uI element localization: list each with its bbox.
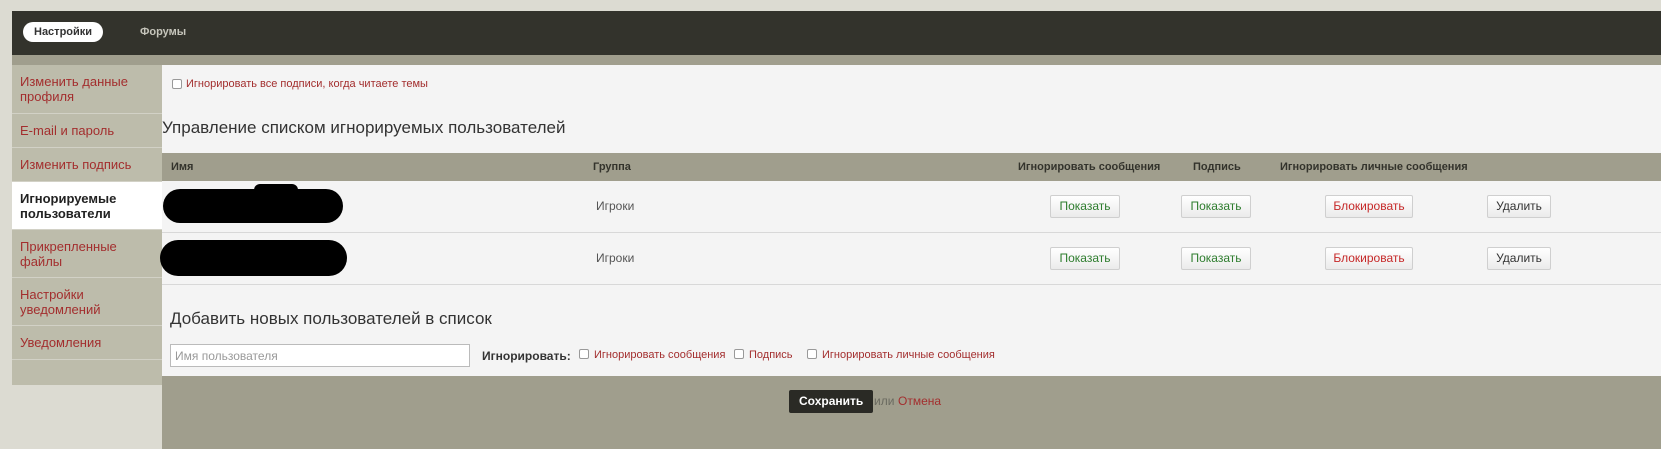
signature-option[interactable]: Подпись [734,349,793,361]
column-header-group: Группа [593,161,631,173]
main-content: Игнорировать все подписи, когда читаете … [160,65,1661,449]
redacted-username-part [254,184,298,196]
table-row: Игроки Показать Показать Блокировать Уда… [162,181,1661,233]
settings-sidebar: Изменить данные профиля E-mail и пароль … [12,65,162,385]
column-header-ignore-pm: Игнорировать личные сообщения [1280,161,1468,173]
form-footer: Сохранить или Отмена [162,376,1661,449]
sidebar-item-notification-settings[interactable]: Настройки уведомлений [12,278,162,326]
sidebar-item-ignored-users[interactable]: Игнорируемые пользователи [12,182,162,230]
ignore-pm-checkbox[interactable] [807,349,817,359]
top-navigation-bar: Настройки Форумы [12,11,1661,55]
ignore-signatures-label: Игнорировать все подписи, когда читаете … [186,78,428,90]
signature-label: Подпись [749,349,793,361]
show-messages-button[interactable]: Показать [1050,195,1120,218]
ignore-label: Игнорировать: [482,349,571,363]
user-group: Игроки [596,251,635,265]
sidebar-item-edit-profile[interactable]: Изменить данные профиля [12,65,162,114]
tab-forums[interactable]: Форумы [140,22,186,42]
sidebar-item-edit-signature[interactable]: Изменить подпись [12,148,162,182]
block-pm-button[interactable]: Блокировать [1325,247,1413,270]
user-group: Игроки [596,199,635,213]
column-header-name: Имя [171,161,194,173]
redacted-username [163,189,343,223]
username-input[interactable] [170,344,470,367]
sidebar-item-attachments[interactable]: Прикрепленные файлы [12,230,162,278]
sidebar-item-email-password[interactable]: E-mail и пароль [12,114,162,148]
delete-button[interactable]: Удалить [1487,195,1551,218]
ignore-pm-label: Игнорировать личные сообщения [822,349,995,361]
ignore-signatures-checkbox[interactable] [172,79,182,90]
table-row: Игроки Показать Показать Блокировать Уда… [160,233,1661,285]
ignore-signatures-option[interactable]: Игнорировать все подписи, когда читаете … [172,78,428,90]
cancel-link[interactable]: Отмена [898,390,941,413]
redacted-username [160,240,347,276]
block-pm-button[interactable]: Блокировать [1325,195,1413,218]
ignore-list-title: Управление списком игнорируемых пользова… [162,118,566,137]
ignore-table-header: Имя Группа Игнорировать сообщения Подпис… [162,153,1661,181]
column-header-ignore-messages: Игнорировать сообщения [1018,161,1161,173]
or-text: или [874,394,895,408]
column-header-signature: Подпись [1193,161,1241,173]
show-signature-button[interactable]: Показать [1181,247,1251,270]
sidebar-item-notifications[interactable]: Уведомления [12,326,162,360]
save-button[interactable]: Сохранить [789,390,874,413]
add-users-title: Добавить новых пользователей в список [170,309,492,328]
tab-settings[interactable]: Настройки [23,22,104,42]
show-messages-button[interactable]: Показать [1050,247,1120,270]
ignore-messages-label: Игнорировать сообщения [594,349,726,361]
show-signature-button[interactable]: Показать [1181,195,1251,218]
nav-underbar [12,55,1661,65]
ignore-messages-option[interactable]: Игнорировать сообщения [579,349,725,361]
ignore-messages-checkbox[interactable] [579,349,589,359]
delete-button[interactable]: Удалить [1487,247,1551,270]
ignore-pm-option[interactable]: Игнорировать личные сообщения [807,349,995,361]
signature-checkbox[interactable] [734,349,744,359]
